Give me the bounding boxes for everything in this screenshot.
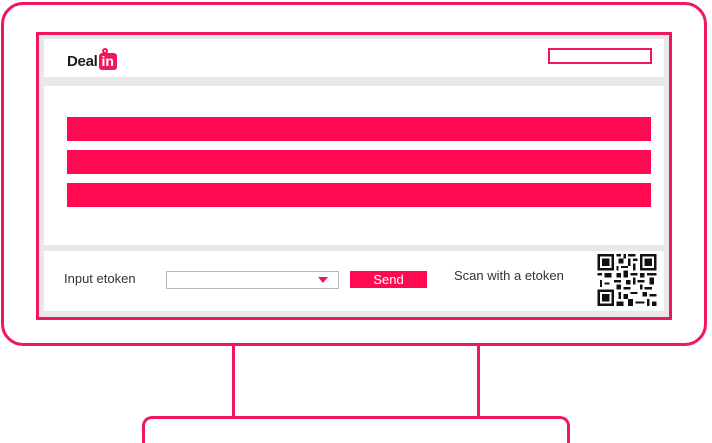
main-content <box>44 86 664 245</box>
dealin-logo[interactable]: Deal in <box>67 47 117 72</box>
qr-code-icon[interactable] <box>597 254 657 306</box>
content-bar-2 <box>67 150 651 174</box>
content-bar-1 <box>67 117 651 141</box>
screen: Deal in Input etoken Send Scan with a et… <box>36 32 672 320</box>
etoken-footer: Input etoken Send Scan with a etoken <box>44 251 664 311</box>
logo-accent: in <box>98 47 117 70</box>
send-button[interactable]: Send <box>350 271 427 288</box>
monitor-stand-neck <box>232 346 480 420</box>
etoken-select[interactable] <box>166 271 339 289</box>
app-header: Deal in <box>44 39 664 77</box>
monitor-illustration: Deal in Input etoken Send Scan with a et… <box>0 0 712 443</box>
logo-text: Deal <box>67 52 98 70</box>
header-input-field[interactable] <box>548 48 652 64</box>
content-bar-3 <box>67 183 651 207</box>
input-etoken-label: Input etoken <box>64 271 136 286</box>
monitor-stand-base <box>142 416 570 443</box>
chevron-down-icon[interactable] <box>318 277 328 283</box>
scan-etoken-label: Scan with a etoken <box>454 268 564 283</box>
